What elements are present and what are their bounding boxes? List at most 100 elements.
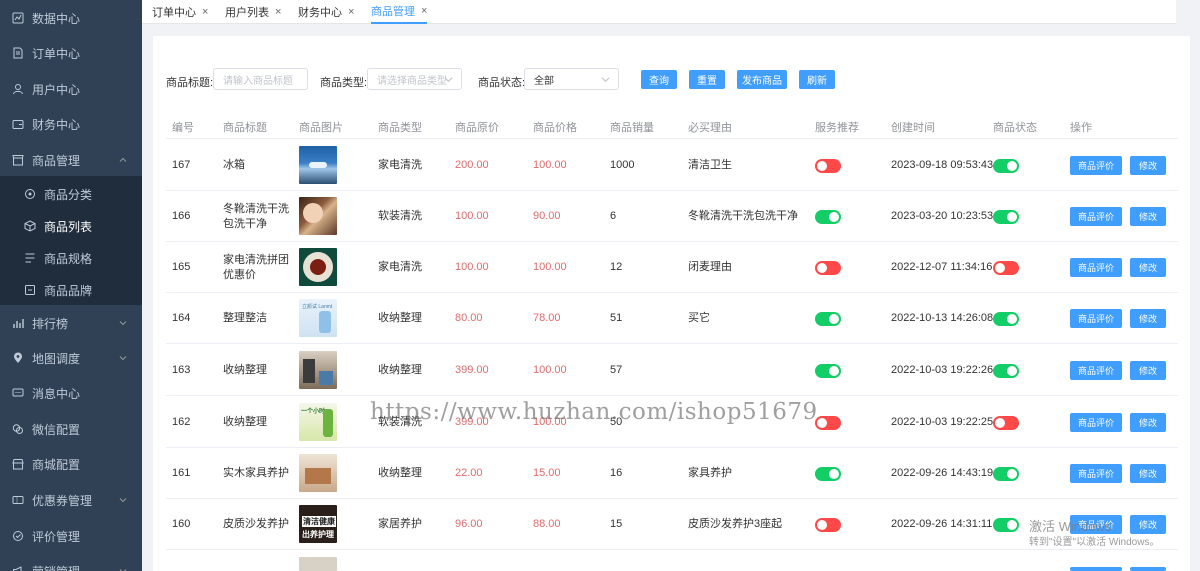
edit-button[interactable]: 修改 (1130, 413, 1166, 432)
sidebar-item-13[interactable]: 商城配置 (0, 446, 142, 482)
sidebar-item-label: 商品规格 (44, 251, 93, 266)
product-review-button[interactable]: 商品评价 (1070, 258, 1122, 277)
sidebar-item-3[interactable]: 财务中心 (0, 106, 142, 142)
status-toggle[interactable] (993, 518, 1019, 532)
edit-button[interactable]: 修改 (1130, 258, 1166, 277)
sidebar-item-6[interactable]: 商品列表 (0, 208, 142, 244)
sidebar-item-16[interactable]: 营销管理 (0, 553, 142, 571)
cell-title: 整理整洁 (223, 312, 267, 324)
toggle-knob (829, 366, 839, 376)
product-thumbnail[interactable]: 立颜试 Lanmt (299, 299, 337, 337)
recommend-toggle[interactable] (815, 210, 841, 224)
tab-finance-center[interactable]: 财务中心 × (298, 0, 354, 24)
product-review-button[interactable] (1070, 567, 1122, 571)
edit-button[interactable]: 修改 (1130, 515, 1166, 534)
status-select[interactable]: 全部 (524, 68, 619, 90)
edit-button[interactable] (1130, 567, 1166, 571)
tab-user-list[interactable]: 用户列表 × (225, 0, 281, 24)
status-filter-label: 商品状态: (478, 77, 526, 89)
sidebar-item-7[interactable]: 商品规格 (0, 240, 142, 276)
cell-price: 100.00 (533, 364, 567, 376)
status-toggle[interactable] (993, 159, 1019, 173)
product-thumbnail[interactable]: 清洁健康 出养护理 (299, 505, 337, 543)
thumb-caption: 出养护理 (302, 530, 334, 539)
sidebar-item-label: 评价管理 (32, 529, 81, 544)
sidebar-item-5[interactable]: 商品分类 (0, 176, 142, 212)
cell-type: 收纳整理 (378, 467, 422, 479)
recommend-toggle[interactable] (815, 159, 841, 173)
product-review-button[interactable]: 商品评价 (1070, 361, 1122, 380)
product-review-button[interactable]: 商品评价 (1070, 464, 1122, 483)
status-toggle[interactable] (993, 312, 1019, 326)
sidebar-item-11[interactable]: 消息中心 (0, 375, 142, 411)
sidebar-item-9[interactable]: 排行榜 (0, 305, 142, 341)
edit-button[interactable]: 修改 (1130, 309, 1166, 328)
toggle-knob (817, 520, 827, 530)
product-thumbnail[interactable]: 一个小时 (299, 403, 337, 441)
chevron-down-icon (119, 569, 127, 571)
status-toggle[interactable] (993, 416, 1019, 430)
status-toggle[interactable] (993, 364, 1019, 378)
refresh-button[interactable]: 刷新 (799, 70, 835, 89)
toggle-knob (829, 314, 839, 324)
recommend-toggle[interactable] (815, 364, 841, 378)
edit-button[interactable]: 修改 (1130, 361, 1166, 380)
product-thumbnail[interactable] (299, 351, 337, 389)
sidebar-item-0[interactable]: 数据中心 (0, 0, 142, 36)
title-search-placeholder: 请输入商品标题 (223, 75, 293, 87)
row-divider (166, 447, 1178, 448)
close-icon[interactable]: × (275, 6, 281, 18)
product-review-button[interactable]: 商品评价 (1070, 156, 1122, 175)
cell-price: 100.00 (533, 261, 567, 273)
query-button[interactable]: 查询 (641, 70, 677, 89)
tab-product-management[interactable]: 商品管理 × (371, 0, 428, 24)
tab-order-center[interactable]: 订单中心 × (152, 0, 208, 24)
sidebar-item-12[interactable]: 微信配置 (0, 411, 142, 447)
recommend-toggle[interactable] (815, 312, 841, 326)
toggle-knob (817, 263, 827, 273)
product-review-button[interactable]: 商品评价 (1070, 413, 1122, 432)
close-icon[interactable]: × (202, 6, 208, 18)
product-thumbnail[interactable] (299, 146, 337, 184)
close-icon[interactable]: × (348, 6, 354, 18)
status-toggle[interactable] (993, 210, 1019, 224)
cell-sales: 1000 (610, 159, 635, 171)
product-thumbnail[interactable] (299, 557, 337, 571)
sidebar-item-1[interactable]: 订单中心 (0, 35, 142, 71)
edit-button[interactable]: 修改 (1130, 207, 1166, 226)
sidebar-item-2[interactable]: 用户中心 (0, 71, 142, 107)
recommend-toggle[interactable] (815, 261, 841, 275)
cell-type: 收纳整理 (378, 312, 422, 324)
cell-sales: 6 (610, 210, 617, 222)
sidebar-item-10[interactable]: 地图调度 (0, 340, 142, 376)
publish-product-button[interactable]: 发布商品 (737, 70, 787, 89)
product-thumbnail[interactable] (299, 248, 337, 286)
status-toggle[interactable] (993, 467, 1019, 481)
type-select[interactable]: 请选择商品类型 (367, 68, 462, 90)
cell-title: 冬靴清洗干洗包洗干净 (223, 203, 289, 230)
title-search-input[interactable]: 请输入商品标题 (213, 68, 308, 90)
close-icon[interactable]: × (421, 5, 427, 17)
sidebar-item-15[interactable]: 评价管理 (0, 518, 142, 554)
thumb-caption: 一个小时 (301, 409, 326, 415)
cell-reason: 买它 (688, 312, 710, 324)
recommend-toggle[interactable] (815, 518, 841, 532)
coupon-icon (12, 496, 24, 504)
edit-button[interactable]: 修改 (1130, 464, 1166, 483)
product-review-button[interactable]: 商品评价 (1070, 207, 1122, 226)
recommend-toggle[interactable] (815, 467, 841, 481)
tab-bar: 订单中心 × 用户列表 × 财务中心 × 商品管理 × (142, 0, 1176, 24)
sidebar-item-4[interactable]: 商品管理 (0, 142, 142, 178)
sidebar-item-14[interactable]: 优惠券管理 (0, 482, 142, 518)
col-header-actions: 操作 (1070, 122, 1092, 134)
product-thumbnail[interactable] (299, 197, 337, 235)
recommend-toggle[interactable] (815, 416, 841, 430)
sidebar-item-8[interactable]: 商品品牌 (0, 272, 142, 308)
sidebar-item-label: 数据中心 (32, 11, 81, 26)
edit-button[interactable]: 修改 (1130, 156, 1166, 175)
cell-title: 收纳整理 (223, 416, 267, 428)
reset-button[interactable]: 重置 (689, 70, 725, 89)
product-review-button[interactable]: 商品评价 (1070, 309, 1122, 328)
product-thumbnail[interactable] (299, 454, 337, 492)
status-toggle[interactable] (993, 261, 1019, 275)
